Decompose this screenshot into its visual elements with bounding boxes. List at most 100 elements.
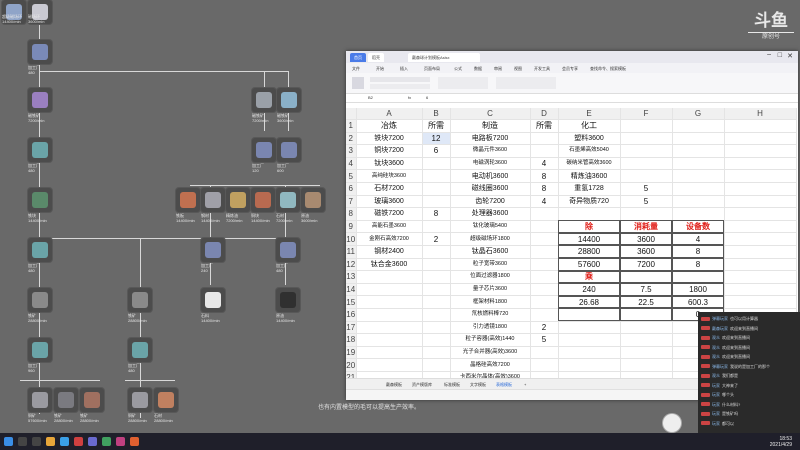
row-number[interactable]: 14 <box>346 283 357 297</box>
cell[interactable] <box>620 321 673 335</box>
cell[interactable]: 精炼油3600 <box>558 169 621 183</box>
cell[interactable]: 磁铁7200 <box>356 207 423 221</box>
item-node[interactable] <box>176 188 200 212</box>
row-number[interactable]: 17 <box>346 321 357 335</box>
cell[interactable]: 冶炼 <box>356 119 423 133</box>
close-icon[interactable]: ✕ <box>787 52 793 60</box>
item-node[interactable] <box>54 388 78 412</box>
item-node[interactable] <box>28 88 52 112</box>
cell[interactable] <box>620 346 673 360</box>
ribbon-item[interactable]: 文件 <box>352 66 360 72</box>
cell[interactable]: 氘核燃料棒720 <box>450 308 531 322</box>
cell[interactable]: 4 <box>530 157 559 171</box>
cell[interactable] <box>620 308 673 322</box>
cell[interactable] <box>422 195 451 209</box>
cell[interactable]: 600.3 <box>672 295 725 309</box>
chat-username[interactable]: 观众 <box>712 335 720 340</box>
cell[interactable]: 钛块3600 <box>356 157 423 171</box>
column-header[interactable]: F <box>620 108 673 120</box>
cell[interactable] <box>558 308 621 322</box>
cell[interactable] <box>422 169 451 183</box>
cell[interactable]: 引力透镜1800 <box>450 321 531 335</box>
chat-username[interactable]: 玩家 <box>712 392 720 397</box>
chat-username[interactable]: 弹幕玩家 <box>712 364 728 369</box>
cell[interactable]: 设备数 <box>672 220 725 234</box>
factory-node[interactable] <box>28 238 52 262</box>
cell[interactable]: 22.5 <box>620 295 673 309</box>
ribbon-item[interactable]: 开发工具 <box>534 66 550 72</box>
cell[interactable]: 5 <box>620 195 673 209</box>
cell[interactable] <box>620 358 673 372</box>
cell[interactable] <box>530 144 559 158</box>
cell[interactable] <box>422 157 451 171</box>
cell[interactable] <box>724 258 797 272</box>
cell[interactable] <box>724 182 797 196</box>
factory-node[interactable] <box>277 138 301 162</box>
cell[interactable]: 制造 <box>450 119 531 133</box>
cell[interactable] <box>724 195 797 209</box>
app-icon[interactable] <box>88 437 97 446</box>
cell[interactable]: 4 <box>530 195 559 209</box>
cell[interactable]: 电动机3600 <box>450 169 531 183</box>
cell[interactable]: 处理器3600 <box>450 207 531 221</box>
cell[interactable] <box>558 358 621 372</box>
row-number[interactable]: 12 <box>346 258 357 272</box>
cell[interactable]: 28800 <box>558 245 621 259</box>
cell[interactable] <box>724 119 797 133</box>
cell[interactable]: 塑料3600 <box>558 132 621 146</box>
cell[interactable]: 碳纳米管高效3600 <box>558 157 621 171</box>
cell[interactable] <box>356 270 423 284</box>
item-node[interactable] <box>128 288 152 312</box>
item-node[interactable] <box>301 188 325 212</box>
cell[interactable]: 14400 <box>558 232 621 246</box>
cell[interactable] <box>672 144 725 158</box>
app-icon[interactable] <box>74 437 83 446</box>
cell[interactable] <box>724 144 797 158</box>
item-node[interactable] <box>252 88 276 112</box>
cell[interactable] <box>558 333 621 347</box>
item-node[interactable] <box>28 388 52 412</box>
column-header[interactable]: B <box>422 108 451 120</box>
cell[interactable] <box>530 245 559 259</box>
ribbon-item[interactable]: 公式 <box>454 66 462 72</box>
cell[interactable] <box>422 333 451 347</box>
ribbon-item[interactable]: 数据 <box>474 66 482 72</box>
cell[interactable]: 铜块7200 <box>356 144 423 158</box>
cell[interactable] <box>724 232 797 246</box>
cell[interactable]: 奇异物质720 <box>558 195 621 209</box>
ribbon-search[interactable]: 查找命令、搜索模板 <box>590 66 626 72</box>
cell[interactable]: 石墨烯高效5040 <box>558 144 621 158</box>
system-clock[interactable]: 18:53 2021/4/29 <box>770 436 792 448</box>
cell[interactable] <box>422 258 451 272</box>
column-header[interactable]: G <box>672 108 725 120</box>
ribbon-item[interactable]: 视图 <box>514 66 522 72</box>
cell[interactable] <box>672 207 725 221</box>
cell[interactable]: 26.68 <box>558 295 621 309</box>
cell[interactable] <box>724 220 797 234</box>
cell[interactable]: 7200 <box>620 258 673 272</box>
number-format[interactable] <box>496 77 556 89</box>
row-number[interactable]: 20 <box>346 358 357 372</box>
cell[interactable]: 所需 <box>422 119 451 133</box>
cell[interactable]: 磁线圈3600 <box>450 182 531 196</box>
cell[interactable] <box>422 245 451 259</box>
cell[interactable]: 铁块7200 <box>356 132 423 146</box>
item-node[interactable] <box>277 88 301 112</box>
row-number[interactable]: 4 <box>346 157 357 171</box>
row-number[interactable]: 8 <box>346 207 357 221</box>
sheet-tab[interactable]: 文字模板 <box>470 382 486 388</box>
task-view-icon[interactable] <box>32 437 41 446</box>
cell[interactable]: 5 <box>530 333 559 347</box>
cell[interactable]: 8 <box>672 245 725 259</box>
factory-node[interactable] <box>276 238 300 262</box>
font-select[interactable] <box>370 77 430 82</box>
row-number[interactable]: 7 <box>346 195 357 209</box>
tab-home[interactable]: 首页 <box>350 53 366 62</box>
cell[interactable]: 3600 <box>620 232 673 246</box>
row-number[interactable]: 15 <box>346 295 357 309</box>
tab-doc[interactable]: 稻壳 <box>368 53 384 62</box>
cell[interactable] <box>724 132 797 146</box>
cell[interactable] <box>672 270 725 284</box>
cell[interactable]: 钛晶石3600 <box>450 245 531 259</box>
cell[interactable]: 57600 <box>558 258 621 272</box>
